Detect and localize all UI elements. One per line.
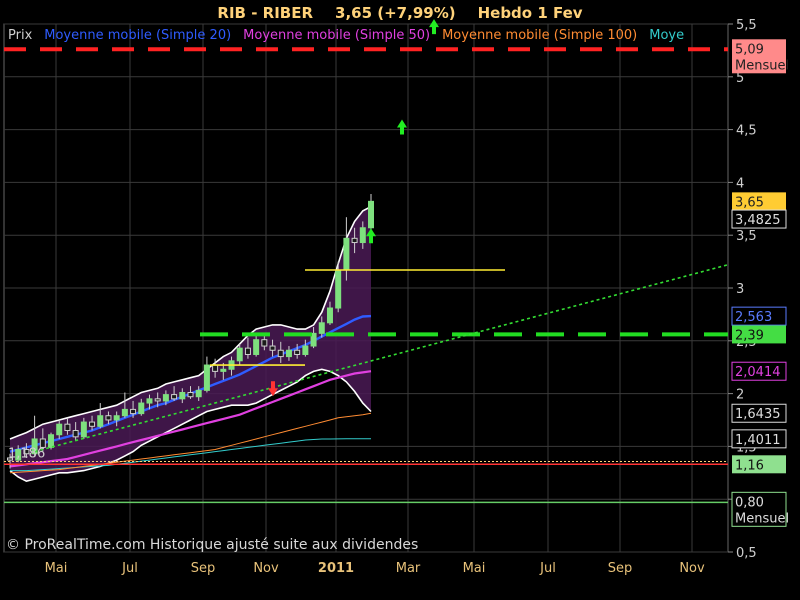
candle-body <box>179 391 186 400</box>
legend-item: Moyenne mobile (Simple 20) <box>44 28 231 43</box>
candle-body <box>72 430 79 438</box>
low-label: 1,186 <box>8 447 45 462</box>
price-marker-label: 2,39 <box>735 328 764 343</box>
price-marker-sub: Mensuel <box>735 58 789 73</box>
candle-body <box>285 349 292 358</box>
candle-body <box>48 434 55 448</box>
price-marker-label: 1,4011 <box>735 433 781 448</box>
y-tick-label: 3,5 <box>736 229 757 244</box>
legend-item: Prix <box>8 28 33 43</box>
candle-body <box>244 347 251 355</box>
candle-body <box>212 364 219 372</box>
legend-item: Moyenne mobile (Simple 100) <box>442 28 637 43</box>
x-tick-label: Mai <box>463 561 486 576</box>
candle-body <box>261 339 268 347</box>
candle-body <box>113 415 120 421</box>
credit-text: © ProRealTime.com Historique ajusté suit… <box>6 537 418 553</box>
chart-title-price: 3,65 (+7,99%) <box>335 4 456 22</box>
price-marker-sub: Mensuel <box>735 511 789 526</box>
price-marker-label: 2,0414 <box>735 365 781 380</box>
candle-body <box>80 421 87 438</box>
candle-body <box>97 415 104 427</box>
candle-body <box>269 345 276 351</box>
price-marker-label: 1,6435 <box>735 407 781 422</box>
candle-body <box>236 347 243 362</box>
x-tick-label: Jul <box>121 561 138 576</box>
candle-body <box>220 368 227 372</box>
price-marker-label: 5,09 <box>735 42 764 57</box>
candle-body <box>253 339 260 355</box>
candle-body <box>105 415 112 421</box>
x-axis: Mai Jul Sep Nov 2011 Mar Mai Jul Sep Nov <box>45 561 705 576</box>
legend-item: Moyenne mobile (Simple 50) <box>243 28 430 43</box>
y-tick-label: 5,5 <box>736 18 757 33</box>
candle-body <box>294 349 301 355</box>
x-tick-label: Jul <box>539 561 556 576</box>
candle-body <box>343 237 350 271</box>
x-tick-label: Mai <box>45 561 68 576</box>
candle-body <box>187 391 194 398</box>
chart-series <box>9 205 372 483</box>
x-tick-label: Mar <box>396 561 421 576</box>
candle-body <box>146 398 153 404</box>
y-tick-label: 3 <box>736 282 744 297</box>
chart-title-period: Hebdo 1 Fev <box>478 4 583 22</box>
chart-title-symbol: RIB - RIBER <box>217 4 313 22</box>
candle-body <box>121 408 128 417</box>
price-marker-label: 3,4825 <box>735 213 781 228</box>
price-marker-label: 3,65 <box>735 195 764 210</box>
candle-body <box>154 398 161 402</box>
y-tick-label: 2 <box>736 388 744 403</box>
candle-body <box>64 423 71 432</box>
candle-body <box>351 237 358 244</box>
y-tick-label: 0,5 <box>736 546 757 561</box>
x-tick-label: Sep <box>191 561 216 576</box>
candle-body <box>203 364 210 391</box>
stock-chart[interactable]: 1,186 5,554,543,532,521,510,5 MaiJulSepN… <box>0 0 800 600</box>
price-marker-label: 2,563 <box>735 310 772 325</box>
chart-title: RIB - RIBER 3,65 (+7,99%) Hebdo 1 Fev <box>217 4 582 22</box>
y-axis: 5,554,543,532,521,510,5 <box>728 18 757 561</box>
x-tick-label: Nov <box>253 561 279 576</box>
up-arrow <box>397 119 407 135</box>
candle-body <box>302 345 309 355</box>
candle-body <box>335 269 342 309</box>
candle-body <box>56 423 63 436</box>
candle-body <box>326 307 333 324</box>
price-marker-label: 1,16 <box>735 458 764 473</box>
candle-body <box>171 394 178 400</box>
candle-body <box>89 421 96 427</box>
y-tick-label: 4,5 <box>736 124 757 139</box>
candle-body <box>318 322 325 334</box>
legend-item: Moye <box>649 28 684 43</box>
candle-body <box>277 349 284 358</box>
bollinger-band <box>10 206 371 482</box>
candle-body <box>195 389 202 398</box>
x-tick-label: 2011 <box>318 561 354 576</box>
candle-body <box>138 402 145 415</box>
x-tick-label: Nov <box>679 561 705 576</box>
legend: Prix Moyenne mobile (Simple 20) Moyenne mo… <box>8 28 684 43</box>
candle-body <box>162 394 169 402</box>
candle-body <box>130 408 137 415</box>
price-marker-label: 0,80 <box>735 495 764 510</box>
candle-body <box>359 227 366 244</box>
x-tick-label: Sep <box>608 561 633 576</box>
y-tick-label: 4 <box>736 176 744 191</box>
candle-body <box>368 200 374 229</box>
